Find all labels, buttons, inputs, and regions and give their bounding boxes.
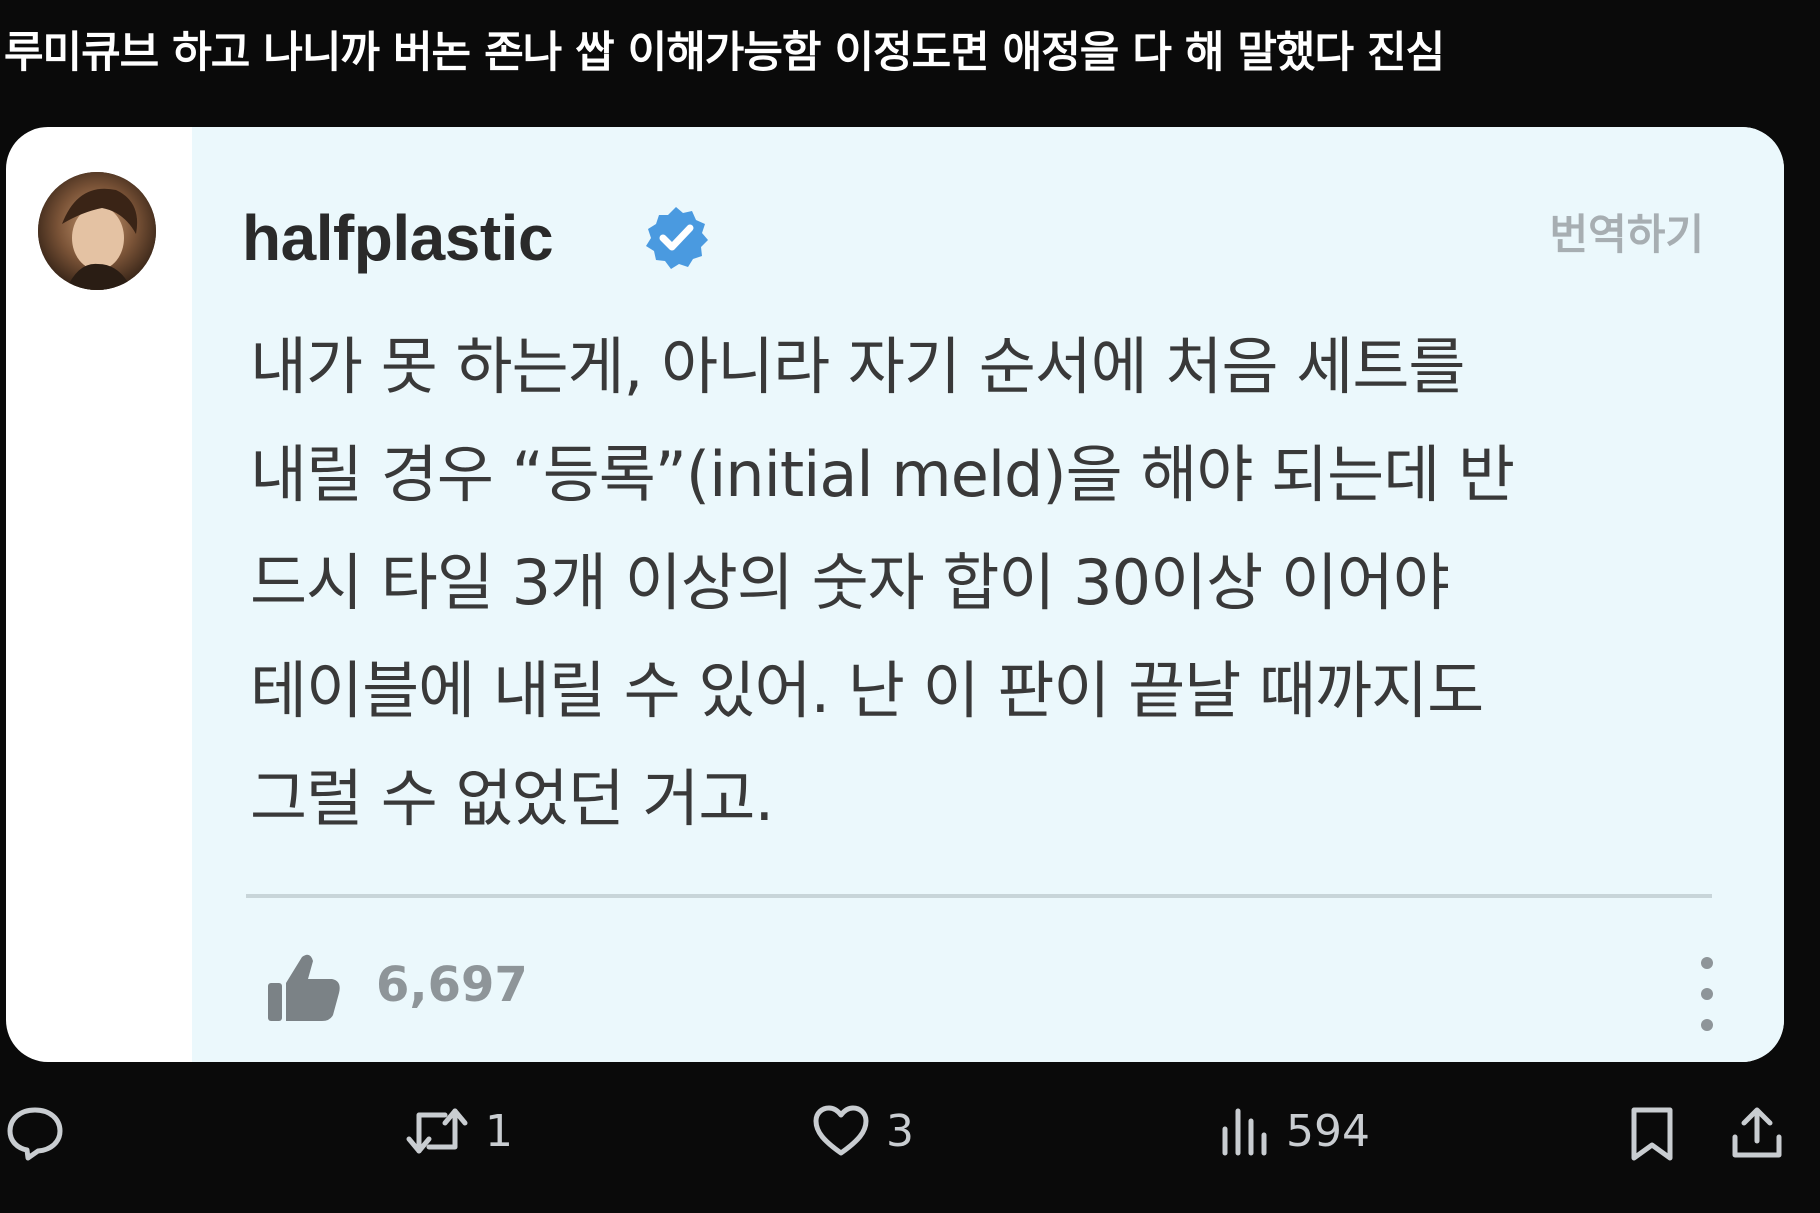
thumbs-up-icon[interactable] [266,949,342,1025]
reply-icon [7,1107,63,1161]
embedded-image-card[interactable]: halfplastic 번역하기 내가 못 하는게, 아니라 자기 순서에 처음… [6,127,1784,1062]
like-button[interactable]: 3 [812,1105,914,1157]
share-icon [1732,1107,1782,1158]
reply-button[interactable] [6,1105,80,1161]
translate-link[interactable]: 번역하기 [1549,201,1704,262]
divider [246,894,1712,898]
comment-line-2: 내릴 경우 “등록”(initial meld)을 해야 되는데 반 [250,438,1515,511]
comment-line-1: 내가 못 하는게, 아니라 자기 순서에 처음 세트를 [250,330,1465,403]
repost-button[interactable]: 1 [405,1105,513,1157]
comment-like-count: 6,697 [376,957,528,1013]
post-text-2: 하고 나니까 [158,28,393,78]
share-button[interactable] [1730,1105,1784,1161]
repost-count: 1 [485,1105,513,1157]
comment-body: 내가 못 하는게, 아니라 자기 순서에 처음 세트를 내릴 경우 “등록”(i… [250,313,1730,853]
comment-line-3: 드시 타일 3개 이상의 숫자 합이 30이상 이어야 [250,546,1450,619]
repost-icon [406,1108,468,1154]
post-actions-bar: 1 3 594 [0,1105,1820,1185]
views-icon [1222,1108,1267,1156]
views-count: 594 [1286,1105,1370,1157]
bookmark-button[interactable] [1628,1105,1676,1163]
like-count: 3 [886,1105,914,1157]
post-text: 루미큐브 하고 나니까 버논 존나 쌉 이해가능함 이정도면 애정을 다 해 말… [4,18,1445,80]
more-vertical-icon[interactable] [1696,953,1718,1035]
post-text-bold-2: 버논 [392,28,471,78]
bookmark-icon [1631,1107,1673,1161]
comment-line-5: 그럴 수 없었던 거고. [250,762,774,835]
heart-icon [813,1105,869,1156]
comment-line-4: 테이블에 내릴 수 있어. 난 이 판이 끝날 때까지도 [250,654,1484,727]
avatar[interactable] [38,172,156,290]
post-text-4: 존나 쌉 이해가능함 이정도면 애정을 다 해 말했다 진심 [470,28,1445,78]
comment-author[interactable]: halfplastic [242,201,554,275]
verified-badge-icon [646,207,708,269]
views-button[interactable]: 594 [1220,1105,1370,1157]
post-text-bold-1: 루미큐브 [4,28,159,78]
